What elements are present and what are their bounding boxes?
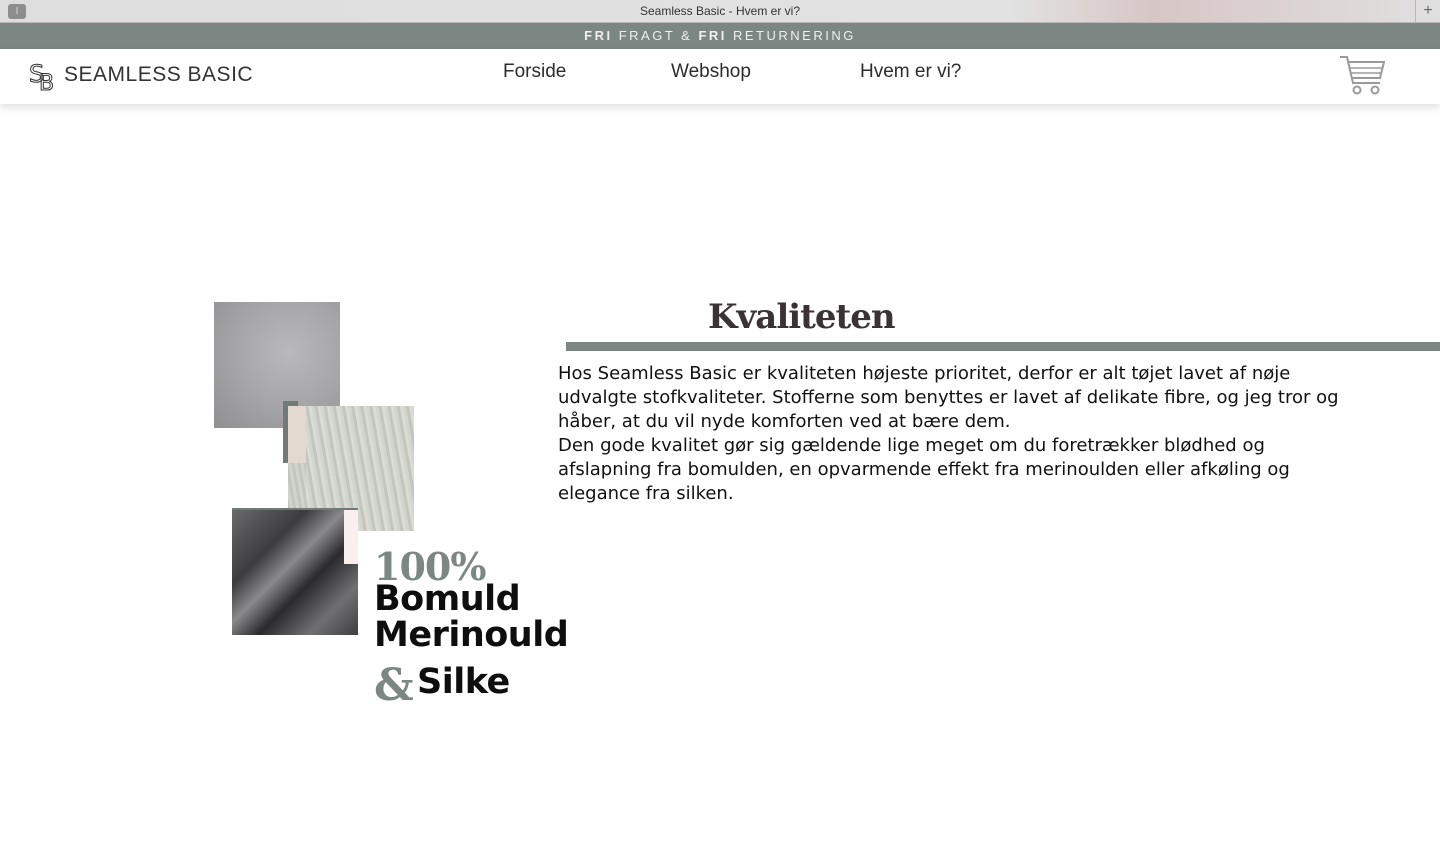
promo-free-2: FRI	[698, 28, 727, 43]
material-silk: Silke	[417, 662, 510, 702]
plus-icon: +	[1423, 2, 1433, 19]
sb-monogram-icon: S B	[29, 60, 55, 93]
silk-fabric-image	[232, 510, 358, 635]
promo-shipping: FRAGT &	[612, 28, 699, 43]
material-cotton: Bomuld	[374, 579, 521, 619]
site-header: S B SEAMLESS BASIC Forside Webshop Hvem …	[0, 49, 1440, 104]
shopping-cart-icon[interactable]	[1338, 54, 1388, 96]
logo-text: SEAMLESS BASIC	[64, 63, 254, 86]
svg-text:B: B	[39, 71, 54, 92]
browser-title-bar: I Seamless Basic - Hvem er vi? +	[0, 0, 1440, 23]
quality-description: Hos Seamless Basic er kvaliteten højeste…	[558, 362, 1358, 506]
section-heading: Kvaliteten	[708, 297, 896, 337]
paragraph-1: Hos Seamless Basic er kvaliteten højeste…	[558, 363, 1339, 432]
nav-forside[interactable]: Forside	[503, 61, 566, 83]
heading-divider	[566, 342, 1440, 351]
new-tab-button[interactable]: +	[1415, 0, 1440, 22]
collage-accent	[288, 406, 306, 463]
collage-accent-pink	[344, 510, 358, 564]
paragraph-2: Den gode kvalitet gør sig gældende lige …	[558, 435, 1290, 504]
material-merino: Merinould	[374, 615, 569, 655]
nav-webshop[interactable]: Webshop	[671, 61, 751, 83]
ampersand: &	[374, 660, 414, 711]
promo-returns: RETURNERING	[726, 28, 856, 43]
promo-free-1: FRI	[584, 28, 613, 43]
site-logo[interactable]: S B SEAMLESS BASIC	[28, 55, 253, 95]
promo-bar: FRI FRAGT & FRI RETURNERING	[0, 23, 1440, 49]
nav-hvem-er-vi[interactable]: Hvem er vi?	[860, 61, 961, 83]
window-title: Seamless Basic - Hvem er vi?	[639, 4, 801, 18]
